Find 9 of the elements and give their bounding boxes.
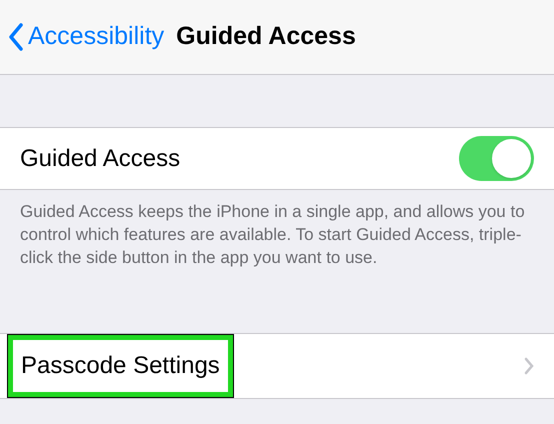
footer-text: Guided Access keeps the iPhone in a single app, and allows you to control which features are available. To start Guided Access, triple-click the side button in the app you want to use. — [19, 201, 526, 269]
settings-row[interactable]: Passcode Settings — [0, 333, 554, 399]
back-button[interactable]: Accessibility — [8, 18, 164, 56]
page-title: Guided Access — [176, 21, 356, 52]
row-label: Passcode Settings — [21, 352, 220, 379]
row-label: Guided Access — [20, 144, 180, 174]
toggle-switch[interactable] — [459, 136, 534, 181]
chevron-right-icon — [524, 357, 534, 375]
chevron-left-icon — [8, 23, 24, 51]
